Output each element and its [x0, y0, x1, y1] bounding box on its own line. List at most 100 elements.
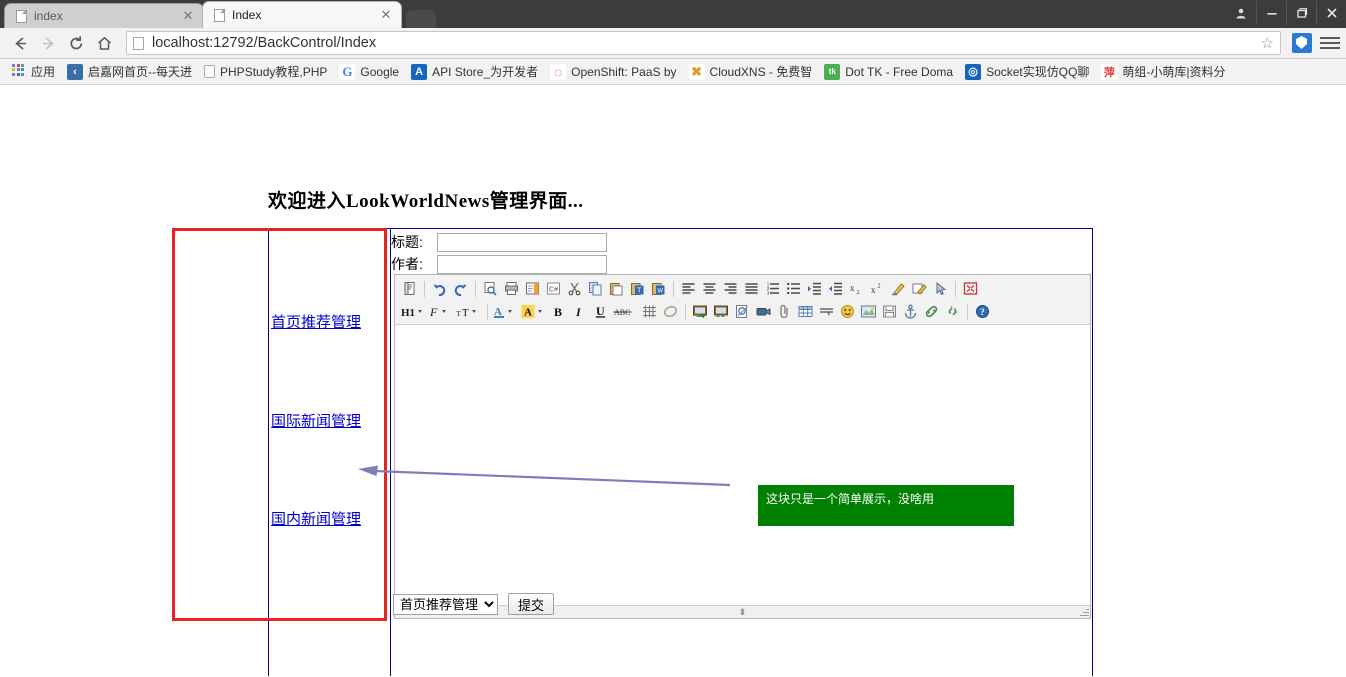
- resize-corner-icon[interactable]: [1079, 607, 1089, 617]
- link-icon[interactable]: [921, 302, 942, 322]
- csharp-icon[interactable]: C#: [543, 279, 564, 299]
- unordered-list-icon[interactable]: [783, 279, 804, 299]
- attachment-icon[interactable]: [774, 302, 795, 322]
- bookmark-label: Google: [360, 64, 400, 79]
- redo-icon[interactable]: [450, 279, 471, 299]
- author-input[interactable]: [437, 254, 607, 274]
- svg-text:T: T: [637, 288, 642, 295]
- bookmark-item[interactable]: PHPStudy教程,PHP: [198, 61, 333, 83]
- hamburger-menu-icon[interactable]: [1320, 31, 1340, 55]
- title-input[interactable]: [437, 232, 607, 252]
- bookmark-item[interactable]: 萍 萌组-小萌库|资料分: [1095, 61, 1231, 83]
- save-icon[interactable]: [879, 302, 900, 322]
- multi-image-icon[interactable]: [711, 302, 732, 322]
- preview-icon[interactable]: [480, 279, 501, 299]
- bookmark-item[interactable]: tk Dot TK - Free Doma: [818, 61, 959, 83]
- heading-icon[interactable]: H1: [399, 302, 427, 322]
- line-height-icon[interactable]: [639, 302, 660, 322]
- tab-strip: index ✕ Index ✕: [0, 0, 1346, 28]
- back-icon[interactable]: [6, 30, 34, 56]
- background-color-icon[interactable]: A: [520, 302, 548, 322]
- align-justify-icon[interactable]: [741, 279, 762, 299]
- ordered-list-icon[interactable]: 123: [762, 279, 783, 299]
- templates-icon[interactable]: [399, 279, 420, 299]
- bookmark-item[interactable]: G Google: [333, 61, 405, 83]
- help-icon[interactable]: ?: [972, 302, 993, 322]
- page-content: 欢迎进入LookWorldNews管理界面... 首页推荐管理 国际新闻管理 国…: [0, 85, 1346, 676]
- undo-icon[interactable]: [429, 279, 450, 299]
- strikethrough-icon[interactable]: ABC: [611, 302, 639, 322]
- eraser-icon[interactable]: [660, 302, 681, 322]
- paste-text-icon[interactable]: T: [627, 279, 648, 299]
- user-profile-icon[interactable]: [1226, 1, 1256, 25]
- sidebar-item-home-recommend[interactable]: 首页推荐管理: [271, 311, 361, 332]
- bold-icon[interactable]: B: [548, 302, 569, 322]
- italic-icon[interactable]: I: [569, 302, 590, 322]
- bookmark-item[interactable]: ◎ Socket实现仿QQ聊: [959, 61, 1095, 83]
- indent-icon[interactable]: [804, 279, 825, 299]
- bookmark-label: Socket实现仿QQ聊: [986, 65, 1090, 79]
- address-bar[interactable]: localhost:12792/BackControl/Index ☆: [126, 31, 1281, 55]
- edit-icon[interactable]: [909, 279, 930, 299]
- cut-icon[interactable]: [564, 279, 585, 299]
- tab-close-icon[interactable]: ✕: [181, 9, 195, 23]
- sidebar-nav: 首页推荐管理 国际新闻管理 国内新闻管理: [268, 228, 391, 676]
- bookmark-label: OpenShift: PaaS by: [571, 64, 677, 79]
- bookmark-item[interactable]: A API Store_为开发者: [405, 61, 544, 83]
- new-tab-button[interactable]: [406, 10, 436, 28]
- paste-icon[interactable]: [606, 279, 627, 299]
- align-center-icon[interactable]: [699, 279, 720, 299]
- browser-tab-2[interactable]: Index ✕: [202, 1, 402, 28]
- extension-shield-icon[interactable]: [1292, 33, 1312, 53]
- minimize-button[interactable]: [1256, 1, 1286, 25]
- insert-image-icon[interactable]: [690, 302, 711, 322]
- map-icon[interactable]: [858, 302, 879, 322]
- resize-grip-icon: ⬍: [738, 607, 747, 617]
- sidebar-item-domestic-news[interactable]: 国内新闻管理: [271, 508, 361, 529]
- submit-button[interactable]: 提交: [508, 593, 555, 615]
- page-break-icon[interactable]: [816, 302, 837, 322]
- align-right-icon[interactable]: [720, 279, 741, 299]
- bookmark-label: 萌组-小萌库|资料分: [1122, 65, 1226, 79]
- browser-tab-1[interactable]: index ✕: [4, 3, 204, 28]
- sidebar-item-international-news[interactable]: 国际新闻管理: [271, 410, 361, 431]
- bookmark-star-icon[interactable]: ☆: [1261, 34, 1274, 52]
- fullscreen-icon[interactable]: [960, 279, 981, 299]
- anchor-icon[interactable]: [900, 302, 921, 322]
- superscript-icon[interactable]: x2: [867, 279, 888, 299]
- unlink-icon[interactable]: [942, 302, 963, 322]
- close-button[interactable]: [1316, 1, 1346, 25]
- home-icon[interactable]: [90, 30, 118, 56]
- video-icon[interactable]: [753, 302, 774, 322]
- print-icon[interactable]: [501, 279, 522, 299]
- bookmark-item[interactable]: ‹ 启嘉网首页--每天进: [61, 61, 198, 83]
- font-family-icon[interactable]: F: [427, 302, 455, 322]
- bookmark-item[interactable]: ✖ CloudXNS - 免费智: [683, 61, 819, 83]
- paste-word-icon[interactable]: W: [648, 279, 669, 299]
- subscript-icon[interactable]: x2: [846, 279, 867, 299]
- editor-content-area[interactable]: [395, 325, 1090, 605]
- bookmark-label: PHPStudy教程,PHP: [220, 65, 328, 79]
- webcam-icon[interactable]: [732, 302, 753, 322]
- tab-title: index: [34, 9, 63, 23]
- source-icon[interactable]: [522, 279, 543, 299]
- tab-close-icon[interactable]: ✕: [379, 8, 393, 22]
- copy-icon[interactable]: [585, 279, 606, 299]
- toolbar-separator: [673, 280, 674, 297]
- category-select[interactable]: 首页推荐管理 国际新闻管理 国内新闻管理: [393, 593, 498, 615]
- text-color-icon[interactable]: A: [492, 302, 520, 322]
- table-icon[interactable]: [795, 302, 816, 322]
- form-panel: 标题: 作者: C# T W 1 2 3 x 2 x 2 H1 F T T A …: [390, 228, 1093, 676]
- outdent-icon[interactable]: [825, 279, 846, 299]
- align-left-icon[interactable]: [678, 279, 699, 299]
- svg-text:T: T: [457, 310, 462, 318]
- reload-icon[interactable]: [62, 30, 90, 56]
- maximize-button[interactable]: [1286, 1, 1316, 25]
- emoticon-icon[interactable]: [837, 302, 858, 322]
- underline-icon[interactable]: U: [590, 302, 611, 322]
- bookmark-item[interactable]: ◌ OpenShift: PaaS by: [544, 61, 682, 83]
- font-size-icon[interactable]: TT: [455, 302, 483, 322]
- select-icon[interactable]: [930, 279, 951, 299]
- bookmark-apps[interactable]: 应用: [4, 61, 61, 83]
- remove-format-icon[interactable]: [888, 279, 909, 299]
